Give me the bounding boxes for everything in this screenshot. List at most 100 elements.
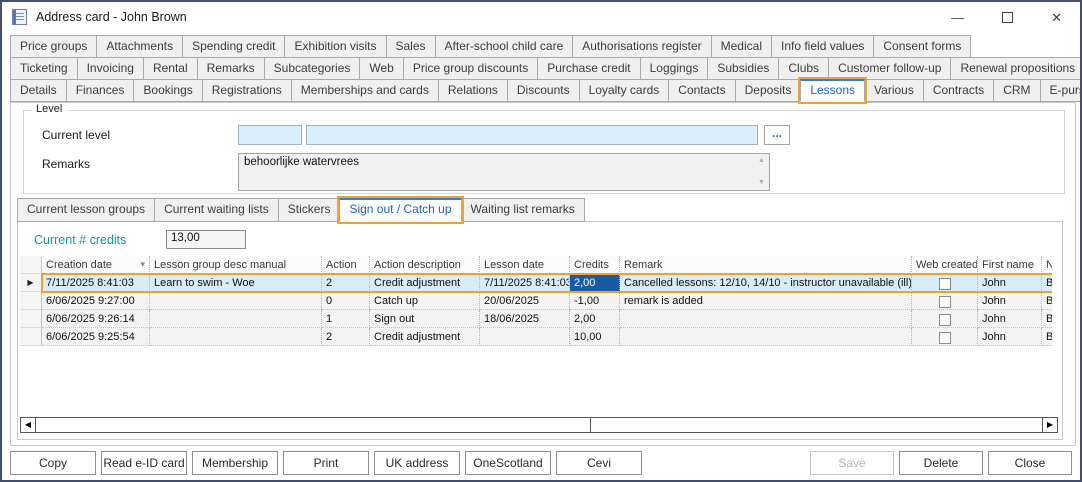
tab-remarks[interactable]: Remarks: [196, 57, 265, 80]
subtab-stickers[interactable]: Stickers: [277, 198, 341, 222]
remarks-textarea[interactable]: behoorlijke watervrees ▲ ▼: [238, 153, 770, 191]
cell-lesson-group[interactable]: [150, 292, 322, 310]
col-action[interactable]: Action: [322, 256, 370, 274]
tab-finances[interactable]: Finances: [65, 79, 135, 102]
delete-button[interactable]: Delete: [899, 451, 983, 475]
tab-contracts[interactable]: Contracts: [922, 79, 995, 102]
tab-attachments[interactable]: Attachments: [96, 35, 184, 58]
col-first-name[interactable]: First name: [978, 256, 1042, 274]
tab-relations[interactable]: Relations: [437, 79, 508, 102]
cell-first-name[interactable]: John: [978, 328, 1042, 346]
tab-registrations[interactable]: Registrations: [201, 79, 292, 102]
cell-lesson-date[interactable]: [480, 328, 570, 346]
tab-subcategories[interactable]: Subcategories: [263, 57, 361, 80]
scroll-right-icon[interactable]: ▶: [1042, 418, 1057, 432]
grid-row-selected[interactable]: ▶ 7/11/2025 8:41:03 Learn to swim - Woe …: [20, 273, 1052, 293]
scroll-left-icon[interactable]: ◀: [21, 418, 36, 432]
membership-button[interactable]: Membership: [192, 451, 278, 475]
cell-credits-focused[interactable]: 2,00: [570, 274, 620, 292]
tab-memberships-and-cards[interactable]: Memberships and cards: [290, 79, 439, 102]
tab-medical[interactable]: Medical: [710, 35, 772, 58]
grid-row[interactable]: 6/06/2025 9:27:00 0 Catch up 20/06/2025 …: [20, 292, 1052, 310]
scrollbar-thumb[interactable]: [36, 418, 591, 432]
tab-purchase-credit[interactable]: Purchase credit: [537, 57, 641, 80]
grid-horizontal-scrollbar[interactable]: ◀ ▶: [20, 417, 1058, 433]
cell-web-created[interactable]: [912, 292, 978, 310]
grid-row[interactable]: 6/06/2025 9:25:54 2 Credit adjustment 10…: [20, 328, 1052, 346]
tab-consent-forms[interactable]: Consent forms: [873, 35, 972, 58]
minimize-icon[interactable]: —: [951, 11, 964, 24]
cell-action-description[interactable]: Sign out: [370, 310, 480, 328]
cell-first-name[interactable]: John: [978, 292, 1042, 310]
current-credits-field[interactable]: 13,00: [166, 230, 246, 249]
cell-lesson-date[interactable]: 18/06/2025: [480, 310, 570, 328]
web-created-checkbox[interactable]: [938, 295, 951, 308]
cell-action-description[interactable]: Credit adjustment: [370, 274, 480, 292]
cell-name[interactable]: Brown: [1042, 292, 1052, 310]
tab-spending-credit[interactable]: Spending credit: [182, 35, 286, 58]
tab-authorisations-register[interactable]: Authorisations register: [572, 35, 712, 58]
tab-info-field-values[interactable]: Info field values: [771, 35, 875, 58]
cell-web-created[interactable]: [912, 328, 978, 346]
cell-remark[interactable]: [620, 328, 912, 346]
tab-lessons[interactable]: Lessons: [798, 77, 868, 104]
cell-action[interactable]: 2: [322, 328, 370, 346]
cell-lesson-group[interactable]: Learn to swim - Woe: [150, 274, 322, 292]
tab-after-school-child-care[interactable]: After-school child care: [434, 35, 574, 58]
scroll-up-icon[interactable]: ▲: [756, 157, 767, 165]
tab-subsidies[interactable]: Subsidies: [707, 57, 780, 80]
cell-credits[interactable]: -1,00: [570, 292, 620, 310]
cell-action-description[interactable]: Catch up: [370, 292, 480, 310]
tab-price-groups[interactable]: Price groups: [10, 35, 98, 58]
maximize-icon[interactable]: [1002, 11, 1014, 23]
save-button[interactable]: Save: [810, 451, 894, 475]
cell-lesson-date[interactable]: 7/11/2025 8:41:03: [480, 274, 570, 292]
tab-clubs[interactable]: Clubs: [778, 57, 830, 80]
web-created-checkbox[interactable]: [938, 313, 951, 326]
tab-contacts[interactable]: Contacts: [668, 79, 736, 102]
subtab-current-waiting-lists[interactable]: Current waiting lists: [154, 198, 279, 222]
col-lesson-group[interactable]: Lesson group desc manual: [150, 256, 322, 274]
tab-renewal-propositions[interactable]: Renewal propositions: [950, 57, 1080, 80]
cell-lesson-date[interactable]: 20/06/2025: [480, 292, 570, 310]
tab-exhibition-visits[interactable]: Exhibition visits: [284, 35, 387, 58]
web-created-checkbox[interactable]: [938, 331, 951, 344]
cell-credits[interactable]: 2,00: [570, 310, 620, 328]
sort-descending-icon[interactable]: ▾: [140, 256, 145, 272]
col-lesson-date[interactable]: Lesson date: [480, 256, 570, 274]
copy-button[interactable]: Copy: [10, 451, 96, 475]
browse-level-button[interactable]: ...: [764, 125, 790, 145]
cell-credits[interactable]: 10,00: [570, 328, 620, 346]
uk-address-button[interactable]: UK address: [374, 451, 460, 475]
subtab-waiting-list-remarks[interactable]: Waiting list remarks: [460, 198, 585, 222]
cevi-button[interactable]: Cevi: [556, 451, 642, 475]
col-remark[interactable]: Remark: [620, 256, 912, 274]
cell-creation-date[interactable]: 7/11/2025 8:41:03: [42, 274, 150, 292]
tab-invoicing[interactable]: Invoicing: [76, 57, 144, 80]
grid-row[interactable]: 6/06/2025 9:26:14 1 Sign out 18/06/2025 …: [20, 310, 1052, 328]
cell-lesson-group[interactable]: [150, 310, 322, 328]
current-level-desc-field[interactable]: [306, 125, 758, 145]
cell-creation-date[interactable]: 6/06/2025 9:25:54: [42, 328, 150, 346]
cell-action[interactable]: 0: [322, 292, 370, 310]
col-credits[interactable]: Credits: [570, 256, 620, 274]
print-button[interactable]: Print: [283, 451, 369, 475]
cell-first-name[interactable]: John: [978, 274, 1042, 292]
cell-creation-date[interactable]: 6/06/2025 9:27:00: [42, 292, 150, 310]
cell-remark[interactable]: Cancelled lessons: 12/10, 14/10 - instru…: [620, 274, 912, 292]
tab-price-group-discounts[interactable]: Price group discounts: [402, 57, 539, 80]
cell-creation-date[interactable]: 6/06/2025 9:26:14: [42, 310, 150, 328]
tab-deposits[interactable]: Deposits: [734, 79, 802, 102]
cell-action[interactable]: 1: [322, 310, 370, 328]
cell-web-created[interactable]: [912, 274, 978, 292]
col-action-description[interactable]: Action description: [370, 256, 480, 274]
tab-rental[interactable]: Rental: [142, 57, 198, 80]
tab-customer-follow-up[interactable]: Customer follow-up: [828, 57, 952, 80]
tab-e-purse[interactable]: E-purse: [1039, 79, 1080, 102]
cell-remark[interactable]: [620, 310, 912, 328]
subtab-current-lesson-groups[interactable]: Current lesson groups: [17, 198, 156, 222]
cell-name[interactable]: Brown: [1042, 310, 1052, 328]
scrollbar-track[interactable]: [591, 418, 1042, 432]
tab-loggings[interactable]: Loggings: [639, 57, 709, 80]
cell-lesson-group[interactable]: [150, 328, 322, 346]
